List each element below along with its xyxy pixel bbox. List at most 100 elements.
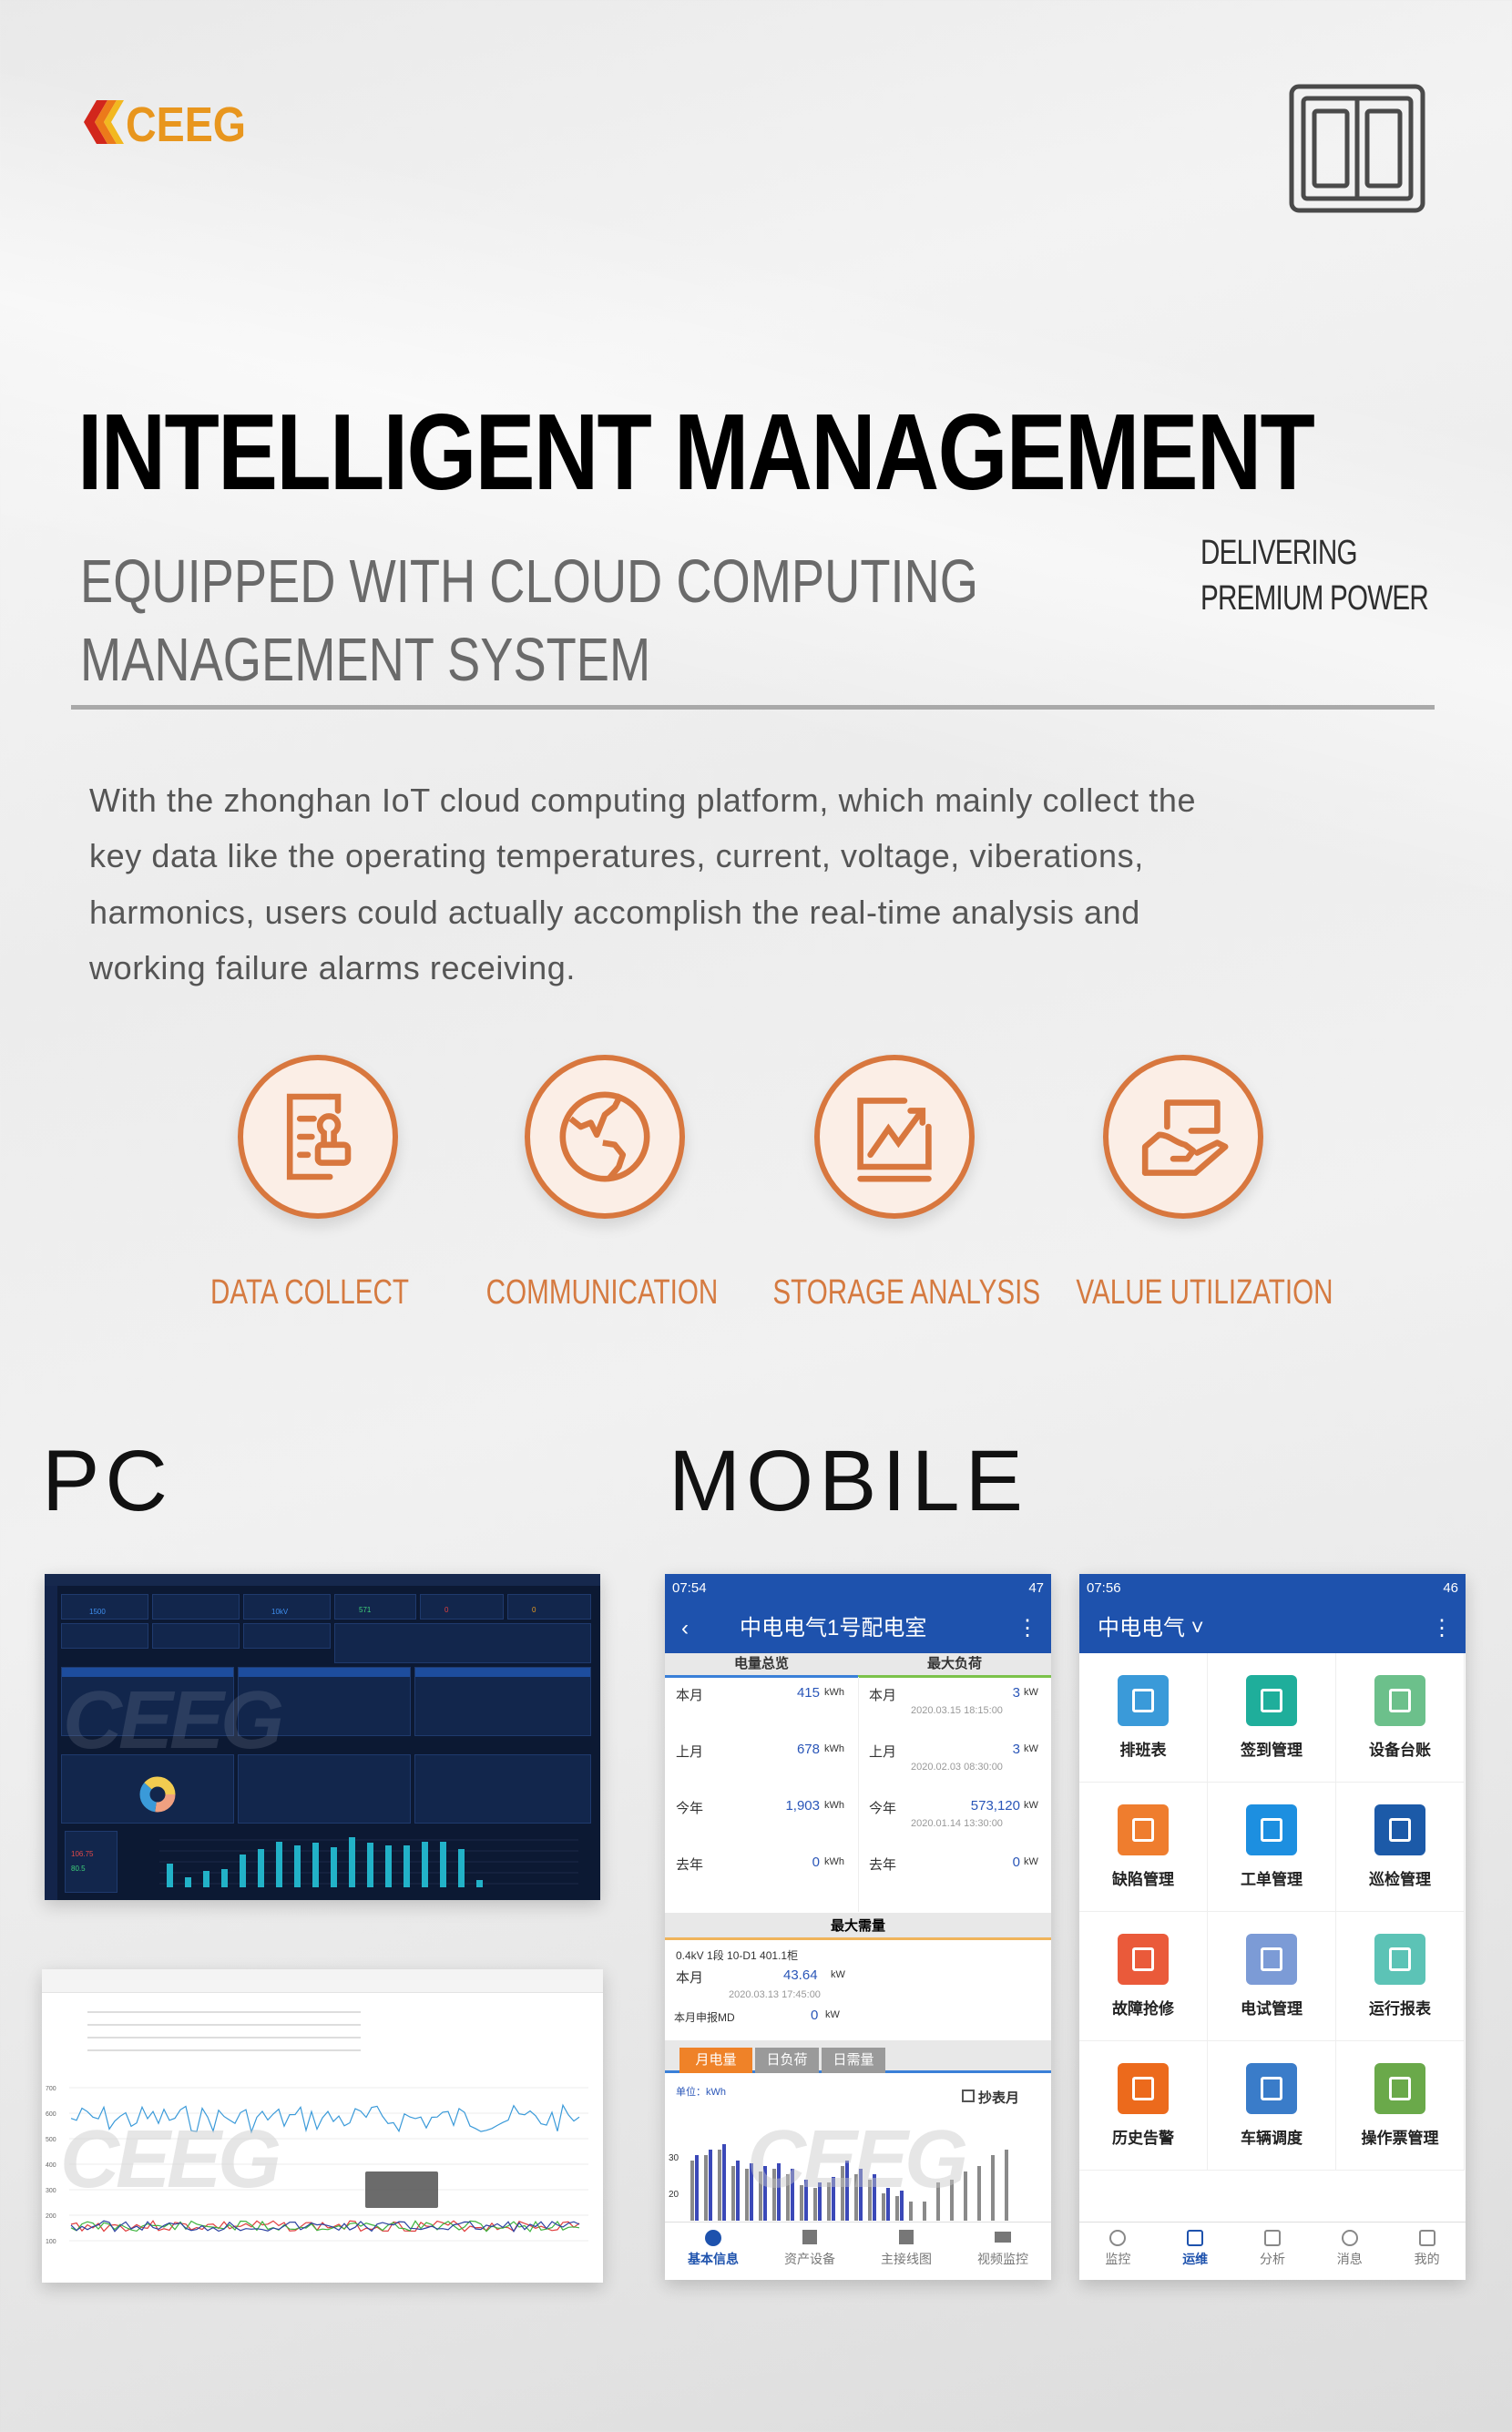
pc-dashboard-screenshot: 1500 10kV 571 0 0 106.75 80.5 CEEG [45,1574,600,1900]
module-icon [1118,1934,1169,1985]
unit: kW [1024,1687,1038,1698]
tab-daily-load[interactable]: 日负荷 [755,2048,819,2073]
demand-time: 2020.03.13 17:45:00 [729,1989,821,2000]
page-title: INTELLIGENT MANAGEMENT [77,392,1315,513]
description-line: working failure alarms receiving. [89,949,576,986]
subtitle-line-1: EQUIPPED WITH CLOUD COMPUTING [80,547,978,616]
tab-daily-demand[interactable]: 日需量 [822,2048,885,2073]
module-tile[interactable]: 运行报表 [1336,1912,1465,2041]
nav-item[interactable]: 我的 [1388,2223,1466,2280]
bar [859,2169,863,2221]
mobile-modules-screenshot: 07:56 46 中电电气 ˅ ⋮ 排班表 签到管理 设备台账缺陷管理 工单管理 巡检管理… [1079,1574,1466,2280]
module-icon [1118,2063,1169,2114]
nav-video[interactable]: 视频监控 [955,2223,1051,2280]
tab-max-load[interactable]: 最大负荷 [858,1653,1051,1678]
nav-wiring-diagram[interactable]: 主接线图 [858,2223,955,2280]
bar [804,2180,808,2221]
tab-energy[interactable]: 电量总览 [665,1653,858,1678]
module-label: 缺陷管理 [1112,1871,1174,1888]
mobile-overview-screenshot: 07:54 47 ‹ 中电电气1号配电室 ⋮ 电量总览 最大负荷 本月 415 k… [665,1574,1051,2280]
module-tile[interactable]: 签到管理 [1208,1653,1336,1783]
module-tile[interactable]: 设备台账 [1336,1653,1465,1783]
battery-level: 46 [1443,1580,1458,1596]
module-tile[interactable]: 工单管理 [1208,1783,1336,1912]
subtitle-line-2: MANAGEMENT SYSTEM [80,626,651,694]
pc-bar [385,1845,392,1887]
module-tile[interactable]: 车辆调度 [1208,2041,1336,2171]
pc-line-chart: 700 600 500 400 300 200 100 [46,2086,588,2245]
module-label: 车辆调度 [1241,2130,1303,2147]
load-time: 2020.01.14 13:30:00 [911,1818,1003,1829]
unit: kW [831,1969,845,1980]
load-value: 573,120 [970,1798,1020,1814]
checkbox-label: 抄表月 [978,2090,1020,2106]
nav-item[interactable]: 分析 [1234,2223,1312,2280]
pc-bar [167,1864,173,1887]
module-tile[interactable]: 操作票管理 [1336,2041,1465,2171]
nav-assets[interactable]: 资产设备 [761,2223,858,2280]
bar [800,2185,803,2221]
org-selector[interactable]: 中电电气 ˅ [1098,1603,1204,1653]
unit: kW [1024,1856,1038,1867]
pc-stat: 10kV [271,1608,289,1616]
pc-bar [240,1855,246,1887]
bottom-nav: 基本信息 资产设备 主接线图 视频监控 [665,2222,1051,2280]
bar [854,2174,858,2221]
module-icon [1374,2063,1425,2114]
meter-month-checkbox[interactable] [962,2090,975,2102]
bar [1005,2150,1008,2221]
bar [709,2150,712,2221]
monthly-energy-bars [690,2144,1008,2221]
bar [777,2163,781,2221]
tagline-line-1: DELIVERING [1200,534,1358,572]
module-tile[interactable]: 排班表 [1079,1653,1208,1783]
back-icon[interactable]: ‹ [681,1603,689,1653]
pc-bar [349,1837,355,1887]
module-label: 运行报表 [1369,2000,1431,2018]
module-icon [1246,2063,1297,2114]
double-door-icon [1289,84,1425,218]
bar [991,2155,995,2221]
pc-bar [422,1842,428,1887]
window-title-bar [42,1969,603,1993]
energy-label: 本月 [676,1688,704,1703]
load-value: 0 [1012,1855,1020,1870]
nav-item[interactable]: 监控 [1079,2223,1157,2280]
energy-value: 1,903 [785,1798,820,1814]
nav-basic-info[interactable]: 基本信息 [665,2223,761,2280]
tab-monthly-energy[interactable]: 月电量 [679,2048,752,2073]
module-label: 故障抢修 [1112,2000,1174,2018]
energy-value: 415 [796,1685,820,1701]
pc-bar [458,1849,465,1887]
bar [895,2196,899,2221]
more-icon[interactable]: ⋮ [1431,1603,1453,1653]
bar [718,2150,721,2221]
pc-bar [294,1845,301,1887]
module-tile[interactable]: 故障抢修 [1079,1912,1208,2041]
pc-bar [404,1845,410,1887]
bar [832,2177,835,2221]
chart-trend-icon [857,1098,932,1182]
more-icon[interactable]: ⋮ [1017,1603,1038,1653]
description-line: key data like the operating temperatures… [89,837,1144,874]
nav-item[interactable]: 运维 [1157,2223,1234,2280]
load-time: 2020.03.15 18:15:00 [911,1705,1003,1716]
demand-device: 0.4kV 1段 10-D1 401.1柜 [676,1949,799,1962]
load-time: 2020.02.03 08:30:00 [911,1762,1003,1773]
nav-item[interactable]: 消息 [1311,2223,1388,2280]
chart-tooltip [365,2171,438,2208]
pc-donut-chart [139,1776,176,1813]
y-tick: 400 [46,2162,56,2169]
bar [772,2169,776,2221]
pc-stat: 80.5 [71,1865,86,1873]
module-tile[interactable]: 巡检管理 [1336,1783,1465,1912]
pc-bar [476,1880,483,1887]
module-tile[interactable]: 历史告警 [1079,2041,1208,2171]
chart-tabs: 月电量 日负荷 日需量 [665,2040,1051,2073]
module-icon [1374,1675,1425,1726]
pc-stat: 0 [532,1606,536,1614]
feature-label: VALUE UTILIZATION [1076,1273,1333,1312]
status-bar: 07:56 46 [1079,1574,1466,1603]
module-tile[interactable]: 缺陷管理 [1079,1783,1208,1912]
module-tile[interactable]: 电试管理 [1208,1912,1336,2041]
